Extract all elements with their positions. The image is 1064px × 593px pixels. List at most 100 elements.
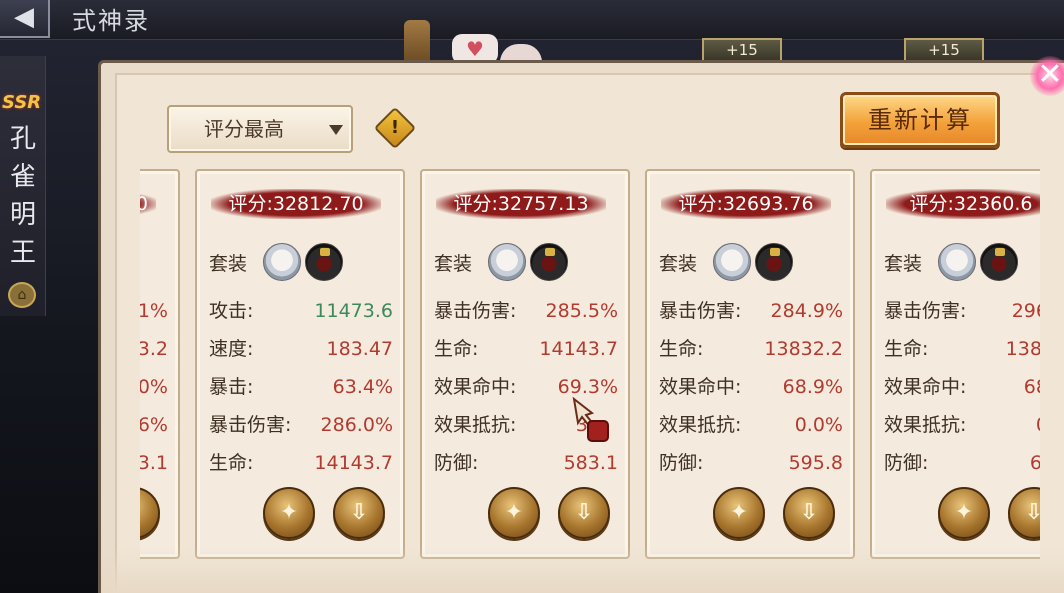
stat-label: 速度: bbox=[209, 338, 254, 360]
soul-set-demon-icon bbox=[530, 243, 568, 281]
stat-value: 0% bbox=[140, 376, 168, 398]
stat-value: 3.1 bbox=[140, 452, 168, 474]
soul-card[interactable]: 0 1% 3.2 0% 6% 3.1 ⇩ bbox=[140, 169, 180, 559]
set-row: 套装 bbox=[659, 243, 849, 283]
soul-set-demon-icon bbox=[980, 243, 1018, 281]
stat-row: 效果命中: 68.9% bbox=[659, 372, 843, 402]
back-button[interactable]: ◀ bbox=[0, 0, 50, 38]
stat-row: 3.1 bbox=[140, 448, 168, 478]
stat-value: 6% bbox=[140, 414, 168, 436]
stat-row: 防御: 61 bbox=[884, 448, 1040, 478]
set-label: 套装 bbox=[209, 253, 248, 275]
soul-card[interactable]: 评分:32812.70 套装 攻击: 11473.6 速度: 183.47 暴击: 6… bbox=[195, 169, 405, 559]
apply-soul-button[interactable]: ⇩ bbox=[1008, 487, 1040, 539]
apply-soul-button[interactable]: ⇩ bbox=[558, 487, 610, 539]
stat-row: 6% bbox=[140, 410, 168, 440]
stat-row: 效果抵抗: 0.0% bbox=[659, 410, 843, 440]
stat-value: 183.47 bbox=[326, 338, 393, 360]
cards-carousel[interactable]: 0 1% 3.2 0% 6% 3.1 ⇩ 评分:32812.70 套装 攻击: 1… bbox=[140, 169, 1040, 569]
page-title: 式神录 bbox=[72, 7, 150, 35]
score-band: 评分:32757.13 bbox=[436, 189, 606, 219]
score-band: 评分:32360.6 bbox=[886, 189, 1040, 219]
stat-value: 284.9% bbox=[770, 300, 843, 322]
stat-row: 暴击: 63.4% bbox=[209, 372, 393, 402]
soul-set-demon-icon bbox=[305, 243, 343, 281]
stat-row: 暴击伤害: 286.0% bbox=[209, 410, 393, 440]
stat-label: 效果命中: bbox=[884, 376, 967, 398]
stat-value: 595.8 bbox=[788, 452, 843, 474]
stat-label: 防御: bbox=[434, 452, 479, 474]
sort-dropdown[interactable]: 评分最高 bbox=[167, 105, 353, 153]
score-band: 评分:32812.70 bbox=[211, 189, 381, 219]
stat-value: 1% bbox=[140, 300, 168, 322]
dialog-bottom-decoration bbox=[101, 547, 1064, 593]
soul-card[interactable]: 评分:32360.6 套装 暴击伤害: 296. 生命: 1383 效果命中: 68.… bbox=[870, 169, 1040, 559]
set-row: 套装 bbox=[209, 243, 399, 283]
dialog-body: 评分最高 ! 重新计算 0 1% 3.2 0% 6% 3.1 ⇩ 评分:3281… bbox=[115, 73, 1064, 593]
stat-row: 0% bbox=[140, 372, 168, 402]
stat-label: 防御: bbox=[659, 452, 704, 474]
stat-row: 效果命中: 68. bbox=[884, 372, 1040, 402]
stat-label: 效果抵抗: bbox=[884, 414, 967, 436]
stat-value: 68. bbox=[1023, 376, 1040, 398]
close-icon[interactable]: ✕ bbox=[1030, 56, 1064, 96]
stat-value: 0.0% bbox=[794, 414, 843, 436]
stat-label: 效果命中: bbox=[434, 376, 517, 398]
replace-soul-button[interactable]: ✦ bbox=[263, 487, 315, 539]
soul-recommendation-dialog: 评分最高 ! 重新计算 0 1% 3.2 0% 6% 3.1 ⇩ 评分:3281… bbox=[98, 60, 1064, 593]
stat-value: 285.5% bbox=[545, 300, 618, 322]
soul-card[interactable]: 评分:32693.76 套装 暴击伤害: 284.9% 生命: 13832.2 效果… bbox=[645, 169, 855, 559]
set-label: 套装 bbox=[884, 253, 923, 275]
soul-set-girl-icon bbox=[938, 243, 976, 281]
apply-soul-button[interactable]: ⇩ bbox=[783, 487, 835, 539]
stat-label: 生命: bbox=[884, 338, 929, 360]
sort-dropdown-value: 评分最高 bbox=[204, 117, 284, 141]
stat-label: 效果抵抗: bbox=[659, 414, 742, 436]
stat-label: 暴击伤害: bbox=[209, 414, 292, 436]
stat-row: 防御: 595.8 bbox=[659, 448, 843, 478]
set-label: 套装 bbox=[434, 253, 473, 275]
apply-soul-button[interactable]: ⇩ bbox=[333, 487, 385, 539]
score-text: 0 bbox=[140, 193, 148, 215]
recalculate-button[interactable]: 重新计算 bbox=[840, 92, 1000, 148]
stat-row: 3.2 bbox=[140, 334, 168, 364]
stat-row: 生命: 14143.7 bbox=[209, 448, 393, 478]
soul-set-girl-icon bbox=[713, 243, 751, 281]
level-tag-1: +15 bbox=[702, 38, 782, 62]
lock-icon[interactable]: ⌂ bbox=[8, 282, 36, 308]
stat-label: 生命: bbox=[434, 338, 479, 360]
apply-soul-button[interactable]: ⇩ bbox=[140, 487, 160, 539]
stat-label: 攻击: bbox=[209, 300, 254, 322]
shikigami-name: 孔雀明王 bbox=[9, 124, 36, 268]
soul-set-girl-icon bbox=[263, 243, 301, 281]
replace-soul-button[interactable]: ✦ bbox=[938, 487, 990, 539]
stat-value: 3.2 bbox=[140, 338, 168, 360]
stat-value: 286.0% bbox=[320, 414, 393, 436]
replace-soul-button[interactable]: ✦ bbox=[713, 487, 765, 539]
stat-value: 583.1 bbox=[563, 452, 618, 474]
info-icon-glyph: ! bbox=[390, 117, 400, 138]
stat-value: 0. bbox=[1036, 410, 1040, 440]
stat-label: 生命: bbox=[659, 338, 704, 360]
stat-row: 防御: 583.1 bbox=[434, 448, 618, 478]
stat-label: 暴击伤害: bbox=[434, 300, 517, 322]
score-band: 评分:32693.76 bbox=[661, 189, 831, 219]
lantern-decoration bbox=[404, 20, 430, 64]
stat-value: 296. bbox=[1011, 300, 1040, 322]
stat-value: 11473.6 bbox=[314, 300, 393, 322]
stat-row: 速度: 183.47 bbox=[209, 334, 393, 364]
stat-row: 效果抵抗: 0. bbox=[884, 410, 1040, 440]
stat-label: 效果抵抗: bbox=[434, 414, 517, 436]
chevron-down-icon bbox=[329, 125, 343, 135]
stat-value: 61 bbox=[1029, 452, 1040, 474]
soul-card[interactable]: 评分:32757.13 套装 暴击伤害: 285.5% 生命: 14143.7 效果… bbox=[420, 169, 630, 559]
set-row: 套装 bbox=[434, 243, 624, 283]
stat-row: 暴击伤害: 284.9% bbox=[659, 296, 843, 326]
stat-row: 暴击伤害: 285.5% bbox=[434, 296, 618, 326]
stat-label: 暴击伤害: bbox=[659, 300, 742, 322]
stat-row: 生命: 14143.7 bbox=[434, 334, 618, 364]
stat-value: 13832.2 bbox=[764, 338, 843, 360]
replace-soul-button[interactable]: ✦ bbox=[488, 487, 540, 539]
info-icon[interactable]: ! bbox=[373, 106, 417, 150]
stat-label: 效果命中: bbox=[659, 376, 742, 398]
